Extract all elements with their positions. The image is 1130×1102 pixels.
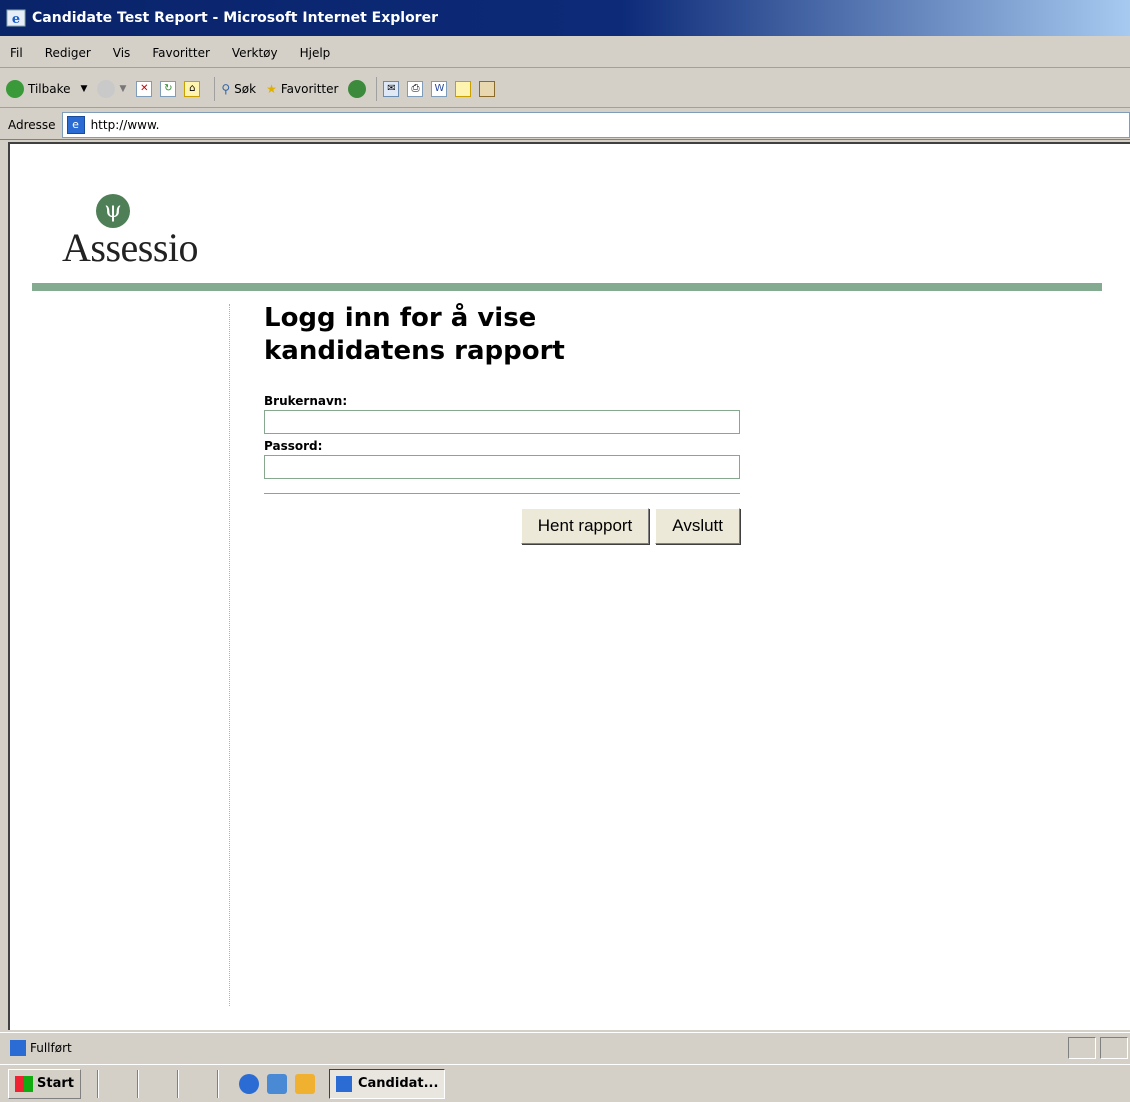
search-icon: ⚲ [221,81,231,96]
ie-icon [335,1075,352,1092]
password-field[interactable] [264,455,740,479]
windows-flag-icon [15,1075,33,1092]
password-label: Passord: [264,439,323,453]
taskbar: Start Candidat... [0,1064,1130,1102]
address-url: http://www. [90,117,160,132]
address-input[interactable]: e http://www. [61,111,1130,138]
psi-logo-icon: ψ [96,194,130,228]
forward-button[interactable]: ▼ [97,79,126,98]
heading-line-1: Logg inn for å vise [264,303,537,333]
title-bar: e Candidate Test Report - Microsoft Inte… [0,0,1130,36]
history-icon[interactable] [348,79,367,98]
toolbar: Tilbake ▼ ▼ ✕ ↻ ⌂ ⚲ Søk ★ Favoritter ✉ ⎙… [0,70,1130,108]
username-label: Brukernavn: [264,394,348,408]
messenger-icon[interactable] [479,80,496,97]
menu-hjelp[interactable]: Hjelp [300,46,331,60]
page-icon [10,1039,26,1056]
menu-favoritter[interactable]: Favoritter [152,46,210,60]
start-label: Start [37,1076,74,1091]
forward-arrow-icon [97,79,116,98]
taskbar-divider [176,1069,179,1098]
page-content: ψ Assessio Logg inn for å vise kandidate… [8,142,1130,1030]
username-field[interactable] [264,410,740,434]
menu-verktoy[interactable]: Verktøy [232,46,278,60]
taskbar-divider [216,1069,219,1098]
status-panel [1100,1037,1128,1059]
taskbar-divider [136,1069,139,1098]
search-button[interactable]: ⚲ Søk [221,82,256,96]
print-icon[interactable]: ⎙ [407,80,424,97]
media-launch-icon[interactable] [294,1073,315,1094]
header-divider [32,283,1102,291]
quick-launch [238,1073,323,1094]
menu-vis[interactable]: Vis [113,46,131,60]
favorites-button[interactable]: ★ Favoritter [266,82,338,96]
desktop-launch-icon[interactable] [266,1073,287,1094]
back-arrow-icon [6,79,24,98]
back-label: Tilbake [28,81,71,96]
chevron-down-icon[interactable]: ▼ [119,84,126,94]
back-button[interactable]: Tilbake ▼ [6,79,88,98]
login-form: Logg inn for å vise kandidatens rapport … [264,302,744,544]
address-bar: Adresse e http://www. [0,110,1130,140]
discuss-icon[interactable] [455,80,472,97]
button-row: Hent rapport Avslutt [264,508,740,544]
page-icon: e [66,115,85,134]
status-panel [1068,1037,1096,1059]
start-button[interactable]: Start [8,1068,81,1099]
taskbar-divider [96,1069,99,1098]
sidebar-divider [229,304,230,1006]
task-label: Candidat... [357,1076,439,1091]
logo-text: Assessio [62,225,199,270]
status-bar: Fullført [0,1032,1130,1062]
mail-icon[interactable]: ✉ [383,80,400,97]
stop-icon[interactable]: ✕ [136,80,153,97]
heading-line-2: kandidatens rapport [264,336,565,366]
star-icon: ★ [266,81,277,96]
address-label: Adresse [8,117,56,132]
form-divider [264,493,740,494]
favorites-label: Favoritter [280,81,339,96]
search-label: Søk [234,81,257,96]
menu-bar: Fil Rediger Vis Favoritter Verktøy Hjelp [0,38,1130,68]
exit-button[interactable]: Avslutt [655,508,740,544]
ie-launch-icon[interactable] [238,1073,259,1094]
get-report-button[interactable]: Hent rapport [520,508,650,544]
toolbar-separator [376,76,378,101]
page-title: Logg inn for å vise kandidatens rapport [264,302,744,368]
refresh-icon[interactable]: ↻ [160,80,177,97]
menu-fil[interactable]: Fil [10,46,23,60]
chevron-down-icon[interactable]: ▼ [81,84,88,94]
toolbar-separator [214,76,216,101]
taskbar-window-button[interactable]: Candidat... [328,1068,445,1099]
home-icon[interactable]: ⌂ [184,80,201,97]
assessio-logo: ψ Assessio [62,194,242,271]
edit-icon[interactable]: W [431,80,448,97]
status-text: Fullført [30,1040,72,1055]
menu-rediger[interactable]: Rediger [45,46,91,60]
svg-text:e: e [12,12,20,27]
window-title: Candidate Test Report - Microsoft Intern… [32,10,438,26]
ie-icon: e [6,9,26,27]
